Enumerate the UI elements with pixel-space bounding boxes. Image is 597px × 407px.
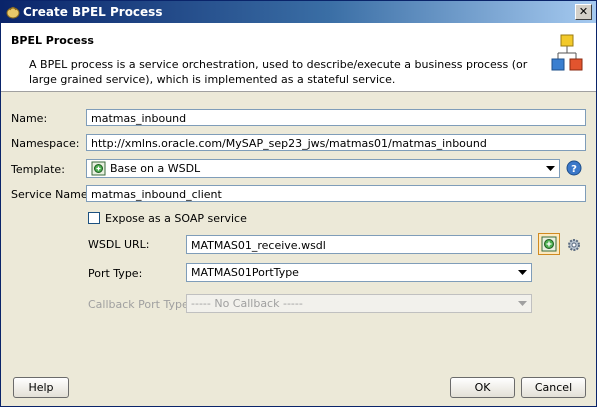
help-button[interactable]: Help	[13, 377, 69, 398]
chevron-down-icon	[542, 160, 559, 177]
wsdl-url-field[interactable]: MATMAS01_receive.wsdl	[186, 235, 532, 254]
namespace-label: Namespace:	[11, 137, 80, 150]
expose-soap-label: Expose as a SOAP service	[105, 212, 247, 225]
callback-port-type-select: ----- No Callback -----	[186, 294, 532, 313]
name-field[interactable]: matmas_inbound	[86, 109, 586, 126]
header-panel: BPEL Process A BPEL process is a service…	[1, 23, 596, 92]
template-value: Base on a WSDL	[110, 162, 201, 175]
window-title: Create BPEL Process	[23, 5, 163, 19]
bpel-process-icon	[551, 34, 583, 71]
template-select[interactable]: Base on a WSDL	[86, 159, 560, 178]
ok-button[interactable]: OK	[450, 377, 515, 398]
callback-port-type-value: ----- No Callback -----	[191, 297, 303, 310]
service-name-field[interactable]: matmas_inbound_client	[86, 185, 586, 202]
header-title: BPEL Process	[11, 34, 94, 47]
wsdl-browse-icon	[541, 236, 557, 252]
create-bpel-process-dialog: Create BPEL Process ✕ BPEL Process A BPE…	[0, 0, 597, 407]
name-label: Name:	[11, 112, 48, 125]
help-icon[interactable]: ?	[566, 160, 582, 176]
port-type-select[interactable]: MATMAS01PortType	[186, 263, 532, 282]
namespace-field[interactable]: http://xmlns.oracle.com/MySAP_sep23_jws/…	[86, 134, 586, 151]
chevron-down-icon	[514, 295, 531, 312]
expose-soap-checkbox[interactable]	[88, 212, 100, 224]
port-type-label: Port Type:	[88, 267, 143, 280]
wsdl-url-label: WSDL URL:	[88, 238, 150, 251]
close-button[interactable]: ✕	[575, 4, 592, 20]
svg-text:?: ?	[571, 164, 577, 175]
gear-icon[interactable]	[566, 237, 582, 253]
oracle-jdeveloper-icon	[6, 6, 20, 19]
title-bar: Create BPEL Process ✕	[1, 1, 596, 23]
header-description: A BPEL process is a service orchestratio…	[29, 58, 528, 86]
browse-wsdl-button[interactable]	[538, 233, 560, 255]
service-name-label: Service Name:	[11, 188, 92, 201]
port-type-value: MATMAS01PortType	[191, 266, 299, 279]
cancel-button[interactable]: Cancel	[521, 377, 586, 398]
wsdl-template-icon	[91, 161, 106, 176]
callback-port-type-label: Callback Port Type:	[88, 298, 193, 311]
chevron-down-icon	[514, 264, 531, 281]
template-label: Template:	[11, 163, 65, 176]
